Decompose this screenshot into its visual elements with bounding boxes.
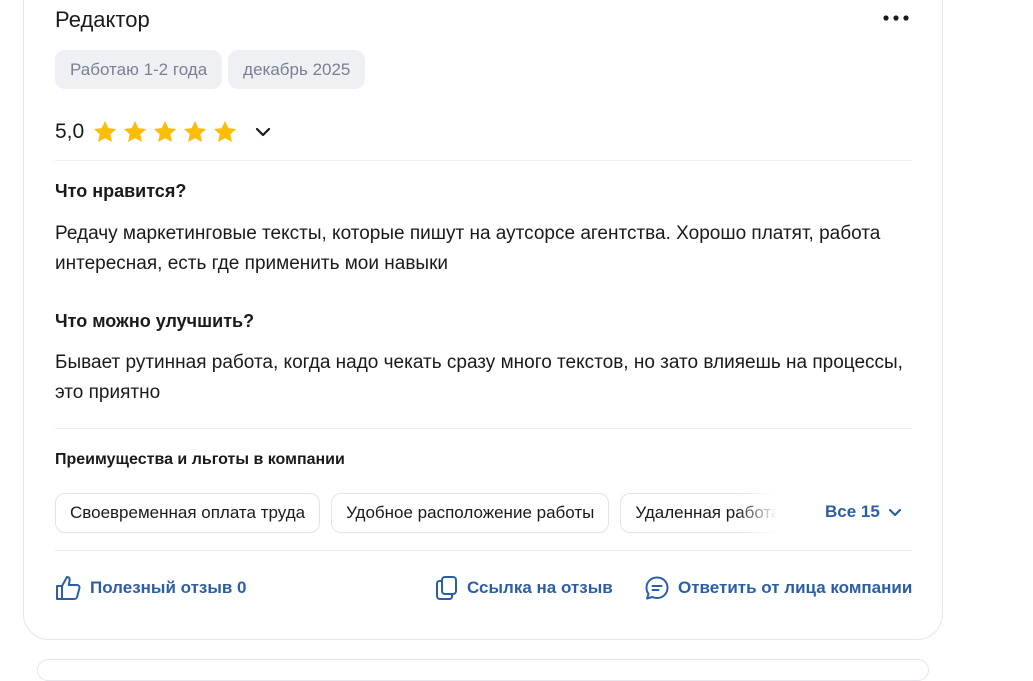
star-icon — [214, 120, 237, 142]
show-all-benefits-button[interactable]: Все 15 — [825, 502, 902, 522]
divider — [55, 550, 912, 551]
rating-value: 5,0 — [55, 120, 85, 143]
chevron-down-icon — [888, 508, 901, 516]
star-icon — [184, 120, 207, 142]
copy-icon — [436, 576, 457, 600]
benefits-title: Преимущества и льготы в компании — [55, 451, 345, 468]
benefits-chips: Своевременная оплата труда Удобное распо… — [55, 493, 777, 535]
more-horizontal-icon — [883, 15, 909, 21]
helpful-review-label: Полезный отзыв 0 — [90, 578, 247, 597]
reply-as-company-button[interactable]: Ответить от лица компании — [644, 575, 912, 601]
more-options-button[interactable] — [880, 6, 912, 30]
likes-title: Что нравится? — [55, 181, 187, 201]
review-tags: Работаю 1-2 года декабрь 2025 — [55, 50, 366, 89]
improve-text: Бывает рутинная работа, когда надо чекат… — [55, 352, 903, 403]
show-all-label: Все 15 — [825, 502, 880, 521]
copy-link-button[interactable]: Ссылка на отзыв — [434, 575, 613, 601]
copy-link-label: Ссылка на отзыв — [467, 578, 613, 597]
helpful-review-button[interactable]: Полезный отзыв 0 — [55, 575, 247, 601]
rating-details-toggle[interactable] — [252, 121, 274, 143]
star-icon — [124, 120, 147, 142]
experience-tag: Работаю 1-2 года — [55, 50, 223, 89]
review-title: Редактор — [55, 7, 150, 32]
reply-as-company-label: Ответить от лица компании — [678, 578, 913, 597]
improve-title: Что можно улучшить? — [55, 311, 255, 331]
thumbs-up-icon — [56, 576, 81, 600]
date-tag: декабрь 2025 — [228, 50, 366, 89]
chat-bubble-icon — [645, 576, 669, 600]
benefit-chip[interactable]: Удобное расположение работы — [331, 493, 610, 533]
chevron-down-icon — [256, 127, 271, 137]
star-icon — [94, 120, 117, 142]
divider — [55, 160, 912, 161]
chips-fade-overlay — [737, 493, 777, 535]
rating-row: 5,0 — [55, 116, 274, 148]
benefit-chip[interactable]: Своевременная оплата труда — [55, 493, 321, 533]
star-icon — [154, 120, 177, 142]
next-review-card — [37, 659, 929, 681]
divider — [55, 428, 912, 429]
likes-text: Редачу маркетинговые тексты, которые пиш… — [55, 223, 881, 274]
